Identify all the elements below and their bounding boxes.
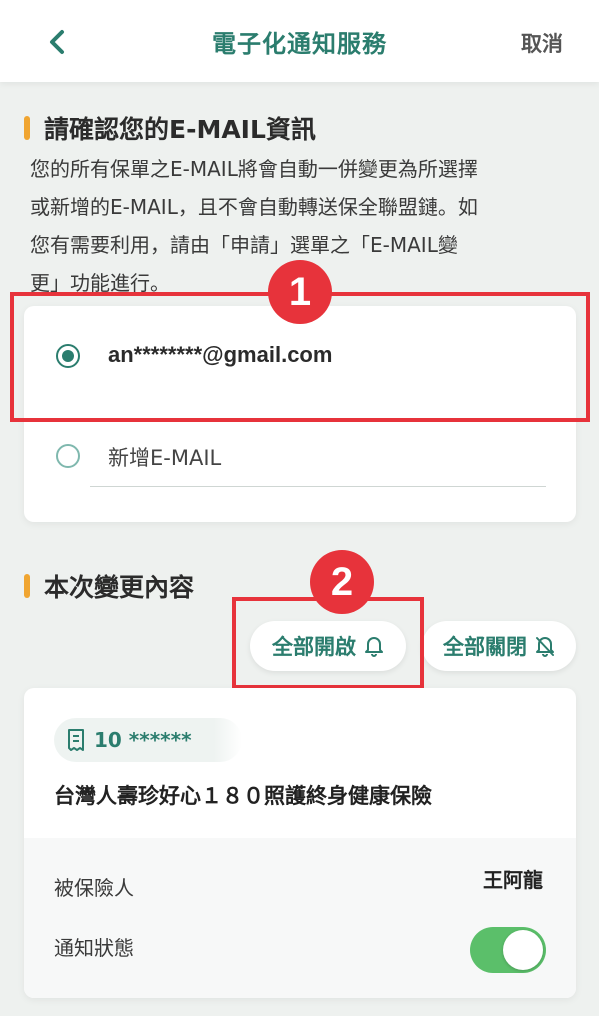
page-title: 電子化通知服務 (212, 30, 387, 58)
annotation-marker-2: 2 (310, 550, 374, 614)
policy-number-chip: 10 ****** (54, 718, 242, 762)
app-header: 電子化通知服務 取消 (0, 0, 599, 82)
section-accent-bar (24, 116, 30, 140)
notice-line: 您的所有保單之E-MAIL將會自動一併變更為所選擇 (30, 157, 478, 181)
policy-name: 台灣人壽珍好心１８０照護終身健康保險 (54, 784, 432, 808)
notice-line: 或新增的E-MAIL，且不會自動轉送保全聯盟鏈。如 (30, 195, 478, 219)
disable-all-label: 全部關閉 (443, 635, 527, 659)
email-option-new[interactable]: 新增E-MAIL (24, 416, 576, 496)
email-option-radio[interactable] (56, 444, 80, 468)
insured-value: 王阿龍 (483, 868, 543, 892)
email-section-title-text: 請確認您的E-MAIL資訊 (44, 115, 316, 144)
notice-line: 您有需要利用，請由「申請」選單之「E-MAIL變 (30, 233, 458, 257)
changes-section-title: 本次變更內容 (24, 568, 194, 604)
email-option-label: 新增E-MAIL (108, 446, 222, 470)
disable-all-button[interactable]: 全部關閉 (422, 621, 576, 671)
changes-section-title-text: 本次變更內容 (44, 573, 195, 602)
insured-label: 被保險人 (54, 876, 134, 900)
policy-detail-area (24, 838, 576, 998)
cancel-button[interactable]: 取消 (521, 28, 563, 58)
notify-status-label: 通知狀態 (54, 936, 134, 960)
policy-number: 10 ****** (94, 728, 192, 752)
section-accent-bar (24, 574, 30, 598)
bell-off-icon (536, 637, 554, 657)
notify-status-toggle[interactable] (470, 927, 546, 973)
receipt-icon (68, 729, 84, 751)
toggle-knob (503, 930, 543, 970)
email-section-title: 請確認您的E-MAIL資訊 (24, 110, 316, 146)
new-email-underline (90, 486, 546, 487)
annotation-marker-1: 1 (268, 260, 332, 324)
